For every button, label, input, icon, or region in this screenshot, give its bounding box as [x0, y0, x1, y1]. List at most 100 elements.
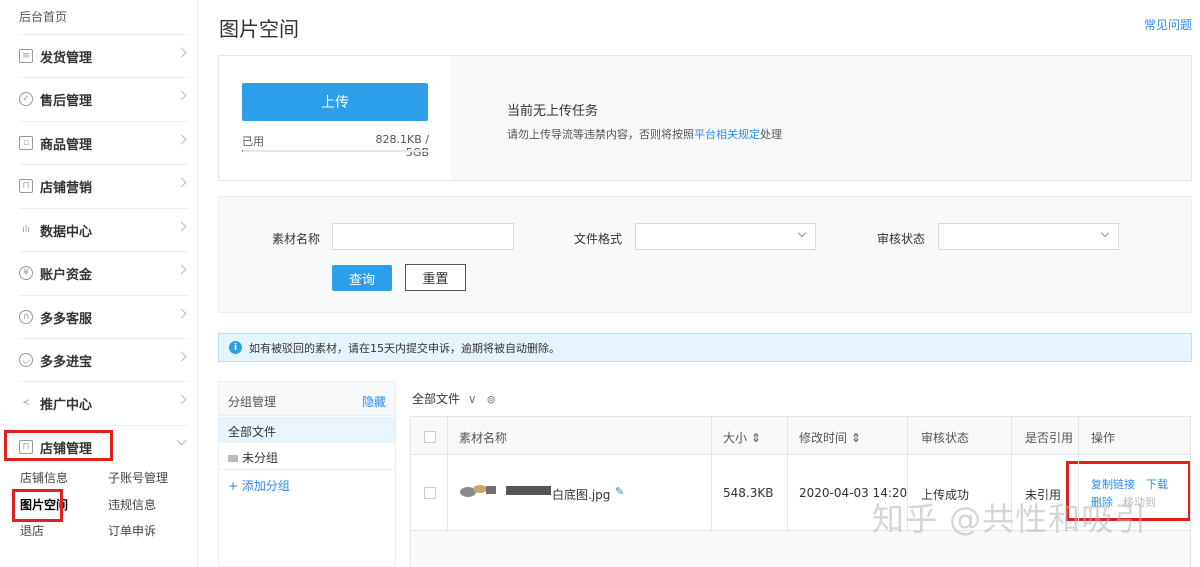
sidebar-item-duoduo-jinbao[interactable]: ◡ 多多进宝 [19, 338, 189, 381]
sidebar-item-funds[interactable]: ¥ 账户资金 [19, 251, 189, 294]
sidebar-sub-violation[interactable]: 违规信息 [108, 496, 156, 513]
sidebar-item-marketing[interactable]: ⊓ 店铺营销 [19, 164, 189, 207]
page-title: 图片空间 [219, 17, 299, 41]
sidebar: 后台首页 ≡ 发货管理 ✓ 售后管理 ▫ 商品管理 ⊓ 店铺营销 ılı 数据中… [0, 0, 198, 567]
file-size: 548.3KB [723, 486, 774, 500]
chevron-right-icon [176, 394, 187, 405]
sidebar-sub-order-appeal[interactable]: 订单申诉 [108, 522, 156, 539]
settings-icon[interactable]: ⊚ [486, 393, 495, 406]
faq-link[interactable]: 常见问题 [1144, 16, 1192, 33]
divider [219, 469, 395, 470]
sidebar-item-aftersales[interactable]: ✓ 售后管理 [19, 77, 189, 120]
upload-button[interactable]: 上传 [242, 83, 428, 121]
sidebar-item-label: 多多进宝 [40, 354, 93, 370]
filter-format-label: 文件格式 [574, 232, 623, 246]
group-panel-header: 分组管理 隐藏 [219, 382, 395, 416]
sidebar-item-label: 多多客服 [40, 311, 93, 327]
storage-usage-bar [242, 150, 428, 152]
chevron-right-icon [176, 264, 187, 275]
chevron-down-icon [1100, 228, 1110, 238]
chevron-right-icon [176, 308, 187, 319]
sidebar-item-label: 售后管理 [40, 93, 93, 109]
sidebar-item-label: 商品管理 [40, 137, 93, 153]
image-thumbnail[interactable] [458, 481, 498, 499]
edit-icon[interactable]: ✎ [615, 485, 624, 498]
add-group-link[interactable]: + 添加分组 [228, 477, 290, 494]
chevron-down-icon: ∨ [467, 392, 477, 406]
upload-card: 上传 已用 828.1KB / 5GB 当前无上传任务 请勿上传导流等违禁内容，… [218, 55, 1192, 181]
upload-notice: 请勿上传导流等违禁内容，否则将按照平台相关规定处理 [507, 126, 782, 142]
reset-button[interactable]: 重置 [405, 264, 466, 291]
share-icon: ≺ [22, 398, 30, 408]
sidebar-sub-close-shop[interactable]: 退店 [20, 522, 44, 539]
upload-notice-prefix: 请勿上传导流等违禁内容，否则将按照 [507, 128, 694, 141]
chevron-right-icon [176, 351, 187, 362]
group-item-label: 未分组 [242, 451, 279, 465]
upload-panel: 上传 已用 828.1KB / 5GB [219, 56, 451, 180]
chevron-down-icon [797, 228, 807, 238]
image-icon: ▫ [19, 136, 33, 150]
file-name: 白底图.jpg [552, 488, 611, 502]
filter-card: 素材名称 文件格式 审核状态 查询 重置 [218, 196, 1192, 313]
storage-used-value: 828.1KB / 5GB [375, 133, 429, 159]
chevron-right-icon [176, 134, 187, 145]
info-icon: i [229, 341, 242, 354]
upload-status-text: 当前无上传任务 [507, 104, 599, 119]
gift-icon: ⊓ [19, 179, 33, 193]
headset-icon: ∩ [19, 310, 33, 324]
filter-review-label: 审核状态 [877, 232, 926, 246]
sidebar-home-link[interactable]: 后台首页 [19, 8, 67, 25]
row-checkbox[interactable] [424, 487, 436, 499]
info-banner-text: 如有被驳回的素材，请在15天内提交申诉，逾期将被自动删除。 [249, 341, 560, 355]
filter-review-select[interactable] [938, 223, 1119, 250]
group-panel: 分组管理 隐藏 全部文件 未分组 + 添加分组 [218, 381, 396, 567]
sidebar-item-promotion[interactable]: ≺ 推广中心 [19, 381, 189, 424]
sidebar-item-label: 数据中心 [40, 224, 93, 240]
sidebar-item-products[interactable]: ▫ 商品管理 [19, 121, 189, 164]
column-header-name: 素材名称 [459, 431, 508, 445]
group-item-all-files[interactable]: 全部文件 [219, 417, 395, 443]
document-icon: ≡ [19, 49, 33, 63]
watermark: 知乎 @共性和吸引 [872, 500, 1148, 538]
column-header-size[interactable]: 大小 ⇕ [723, 429, 761, 446]
filter-format-select[interactable] [635, 223, 816, 250]
sidebar-item-label: 店铺营销 [40, 180, 93, 196]
storage-usage-fill [242, 150, 243, 152]
sidebar-item-label: 推广中心 [40, 397, 93, 413]
yen-circle-icon: ¥ [19, 266, 33, 280]
filter-name-input[interactable] [332, 223, 514, 250]
files-breadcrumb-label: 全部文件 [412, 392, 461, 406]
chevron-right-icon [176, 90, 187, 101]
column-header-review: 审核状态 [921, 431, 970, 445]
group-item-label: 全部文件 [228, 425, 277, 439]
sidebar-item-label: 账户资金 [40, 267, 93, 283]
upload-notice-suffix: 处理 [760, 128, 782, 141]
files-table: 素材名称 大小 ⇕ 修改时间 ⇕ 审核状态 是否引用 操作 白底图.jpg ✎ … [410, 416, 1191, 567]
chevron-right-icon [176, 221, 187, 232]
download-button[interactable]: 下载 [1146, 476, 1168, 492]
redacted-filename [506, 486, 551, 495]
group-item-ungrouped[interactable]: 未分组 [228, 449, 278, 466]
sidebar-sub-shop-info[interactable]: 店铺信息 [20, 469, 68, 486]
column-header-actions: 操作 [1091, 431, 1116, 445]
files-breadcrumb[interactable]: 全部文件 ∨ ⊚ [412, 390, 496, 407]
copy-link-button[interactable]: 复制链接 [1091, 476, 1135, 492]
folder-icon [228, 455, 238, 462]
column-header-referenced: 是否引用 [1025, 431, 1074, 445]
storage-used-label: 已用 [242, 135, 264, 148]
chevron-down-icon [176, 435, 187, 446]
chevron-right-icon [176, 47, 187, 58]
sidebar-item-customer-service[interactable]: ∩ 多多客服 [19, 295, 189, 338]
column-header-modified[interactable]: 修改时间 ⇕ [799, 429, 861, 446]
highlight-box-store-management [4, 430, 113, 461]
query-button[interactable]: 查询 [332, 265, 392, 291]
chevron-right-icon [176, 177, 187, 188]
platform-rules-link[interactable]: 平台相关规定 [694, 128, 760, 141]
sidebar-item-shipping[interactable]: ≡ 发货管理 [19, 34, 189, 77]
sidebar-sub-sub-account[interactable]: 子账号管理 [108, 469, 168, 486]
group-panel-hide-link[interactable]: 隐藏 [362, 393, 386, 410]
sidebar-item-data-center[interactable]: ılı 数据中心 [19, 208, 189, 251]
select-all-checkbox[interactable] [424, 431, 436, 443]
treasure-icon: ◡ [19, 353, 33, 367]
group-panel-title: 分组管理 [228, 395, 277, 409]
